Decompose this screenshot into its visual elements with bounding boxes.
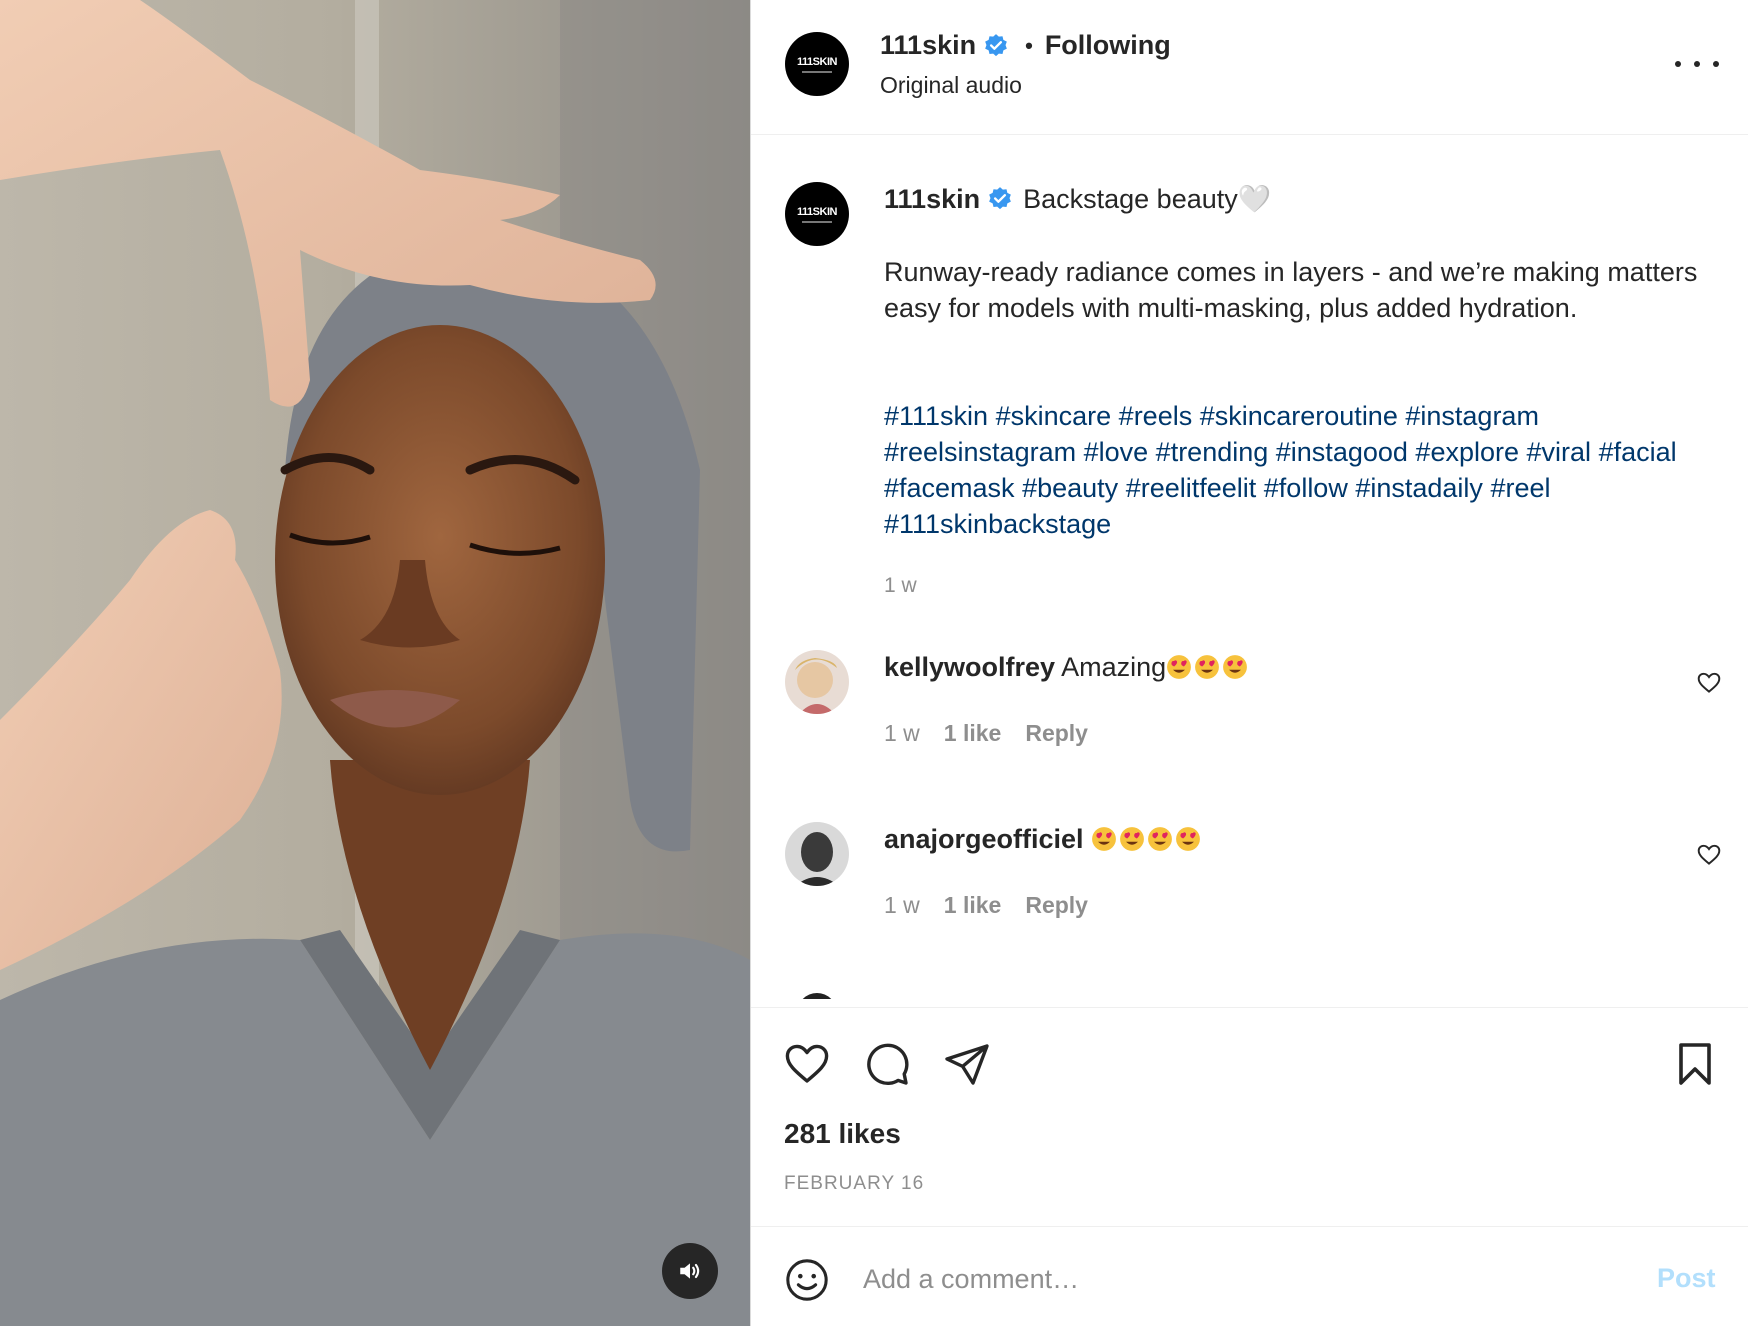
post-header: 111SKIN 111skin • Following Original aud…	[751, 0, 1748, 135]
comment-username[interactable]: kellywoolfrey	[884, 652, 1055, 682]
avatar-logo-line	[802, 70, 832, 73]
verified-badge-icon	[989, 187, 1011, 210]
bookmark-icon[interactable]	[1671, 1040, 1719, 1088]
heart-icon[interactable]	[783, 1040, 831, 1088]
comment-time: 1 w	[884, 720, 920, 746]
add-comment-bar: Post	[751, 1226, 1748, 1326]
hashtag-link[interactable]: #beauty	[1022, 473, 1118, 503]
reply-button[interactable]: Reply	[1025, 720, 1088, 747]
header-user-row: 111skin • Following	[880, 30, 1171, 61]
hashtag-link[interactable]: #follow	[1264, 473, 1348, 503]
following-button[interactable]: Following	[1045, 30, 1171, 61]
comment-meta: 1 w 1 like Reply	[884, 720, 1088, 747]
comment-input[interactable]	[863, 1255, 1623, 1303]
comment-item: kellywoolfrey Amazing 1 w 1 like Reply	[751, 650, 1748, 770]
comment-icon[interactable]	[863, 1040, 911, 1088]
heart-eyes-emojis	[1091, 824, 1203, 854]
verified-badge-icon	[985, 33, 1007, 56]
comment-username[interactable]: anajorgeofficiel	[884, 824, 1084, 854]
comment-text-row: anajorgeofficiel	[884, 824, 1203, 855]
mute-toggle-button[interactable]	[662, 1243, 718, 1299]
post-comment-button[interactable]: Post	[1657, 1263, 1716, 1294]
comment-item: anajorgeofficiel 1 w 1 like Reply	[751, 822, 1748, 942]
hashtag-link[interactable]: #instagood	[1276, 437, 1408, 467]
caption-heading: 111skin Backstage beauty🤍	[884, 183, 1271, 215]
hashtag-link[interactable]: #reels	[1119, 401, 1193, 431]
hashtag-link[interactable]: #reel	[1490, 473, 1550, 503]
comment-text: Amazing	[1061, 652, 1167, 682]
hashtag-link[interactable]: #skincareroutine	[1200, 401, 1398, 431]
emoji-icon[interactable]	[784, 1257, 830, 1303]
comment-like-heart-icon[interactable]	[1696, 670, 1722, 696]
header-separator: •	[1025, 32, 1033, 58]
comment-meta: 1 w 1 like Reply	[884, 892, 1088, 919]
profile-avatar[interactable]: 111SKIN	[785, 32, 849, 96]
avatar-logo-text: 111SKIN	[797, 205, 837, 218]
caption-body: Runway-ready radiance comes in layers - …	[884, 257, 1698, 323]
hashtag-link[interactable]: #skincare	[996, 401, 1112, 431]
comment-likes[interactable]: 1 like	[944, 892, 1002, 919]
hashtag-link[interactable]: #love	[1084, 437, 1149, 467]
reel-video[interactable]	[0, 0, 750, 1326]
caption-title: Backstage beauty🤍	[1023, 184, 1272, 214]
comment-time: 1 w	[884, 892, 920, 918]
caption-username[interactable]: 111skin	[884, 184, 980, 215]
avatar-logo-text: 111SKIN	[797, 55, 837, 68]
likes-count[interactable]: 281 likes	[784, 1118, 901, 1150]
post-date: FEBRUARY 16	[784, 1173, 925, 1194]
hashtag-link[interactable]: #explore	[1415, 437, 1519, 467]
hashtag-link[interactable]: #instadaily	[1355, 473, 1483, 503]
hashtag-link[interactable]: #facial	[1599, 437, 1677, 467]
heart-eyes-emojis	[1166, 652, 1250, 682]
reply-button[interactable]: Reply	[1025, 892, 1088, 919]
original-audio-link[interactable]: Original audio	[880, 72, 1022, 99]
caption-hashtags: #111skin #skincare #reels #skincarerouti…	[884, 398, 1734, 542]
hashtag-link[interactable]: #reelsinstagram	[884, 437, 1076, 467]
avatar-logo-line	[802, 220, 832, 223]
hashtag-link[interactable]: #reelitfeelit	[1126, 473, 1257, 503]
video-frame	[0, 0, 750, 1326]
caption-timestamp: 1 w	[884, 574, 917, 597]
hashtag-link[interactable]: #viral	[1527, 437, 1592, 467]
header-username[interactable]: 111skin	[880, 30, 976, 61]
hashtag-link[interactable]: #facemask	[884, 473, 1015, 503]
post-panel: 111SKIN 111skin • Following Original aud…	[751, 0, 1748, 1326]
action-bar: 281 likes FEBRUARY 16	[751, 1007, 1748, 1227]
next-comment-avatar	[785, 993, 849, 999]
share-icon[interactable]	[943, 1040, 991, 1088]
commenter-avatar[interactable]	[785, 822, 849, 886]
hashtag-link[interactable]: #trending	[1156, 437, 1269, 467]
hashtag-link[interactable]: #111skinbackstage	[884, 509, 1111, 539]
comment-like-heart-icon[interactable]	[1696, 842, 1722, 868]
comment-text-row: kellywoolfrey Amazing	[884, 652, 1250, 683]
hashtag-link[interactable]: #instagram	[1405, 401, 1539, 431]
hashtag-link[interactable]: #111skin	[884, 401, 988, 431]
more-options-icon[interactable]	[1675, 52, 1719, 76]
commenter-avatar[interactable]	[785, 650, 849, 714]
comment-likes[interactable]: 1 like	[944, 720, 1002, 747]
speaker-icon	[680, 1263, 700, 1279]
caption-avatar[interactable]: 111SKIN	[785, 182, 849, 246]
